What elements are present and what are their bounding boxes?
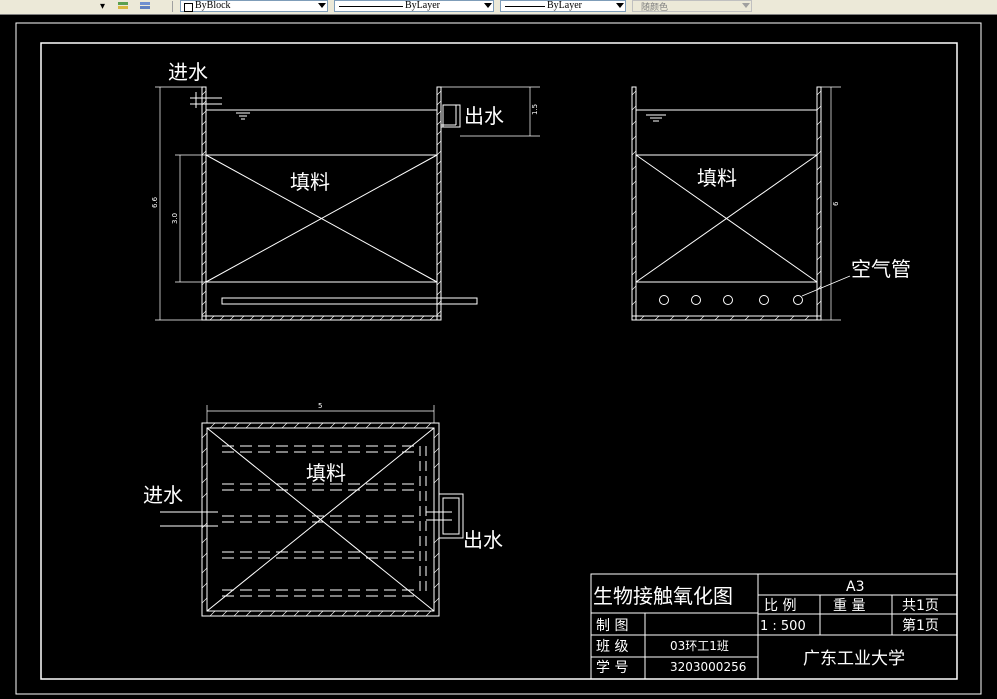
linetype-control-value: ByLayer xyxy=(405,0,440,11)
air-pipe-circle xyxy=(723,295,733,305)
chevron-down-icon[interactable] xyxy=(484,3,492,8)
ratio-label: 比 例 xyxy=(764,598,796,614)
air-pipe-circle xyxy=(793,295,803,305)
front-bottom-wall xyxy=(201,315,442,321)
color-control-dropdown[interactable]: ByBlock xyxy=(180,0,328,12)
dim-plan-width: 5 xyxy=(318,402,322,410)
side-view: 6 填料 空气管 xyxy=(631,86,911,321)
sheet-inner-border xyxy=(40,42,958,680)
side-air-pipes xyxy=(659,295,803,305)
drawing-title: 生物接触氧化图 xyxy=(593,584,733,608)
class-value: 03环工1班 xyxy=(670,639,729,653)
lineweight-control-value: ByLayer xyxy=(547,0,582,11)
chevron-down-icon[interactable] xyxy=(616,3,624,8)
dim-side-height: 6 xyxy=(832,201,840,206)
title-block: 生物接触氧化图 A3 比 例 重 量 共1页 1 : 500 第1页 制 图 班… xyxy=(590,573,958,680)
drafter-label: 制 图 xyxy=(596,618,628,634)
chevron-down-icon[interactable] xyxy=(742,3,750,8)
plan-view: 5 填料 进水 出水 xyxy=(143,402,503,617)
id-label: 学 号 xyxy=(596,660,628,676)
layer-states-icon[interactable] xyxy=(116,0,130,12)
air-pipe-circle xyxy=(659,295,669,305)
color-control-value: ByBlock xyxy=(195,0,231,11)
side-bottom-wall xyxy=(631,315,822,321)
front-view: 6.6 3.0 1.5 进水 出水 填料 xyxy=(151,60,540,321)
dim-fill-height: 3.0 xyxy=(171,213,179,224)
lineweight-sample xyxy=(505,6,545,7)
plotstyle-control-dropdown[interactable]: 随颜色 xyxy=(632,0,752,13)
sheet-size: A3 xyxy=(846,579,864,595)
linetype-control-dropdown[interactable]: ByLayer xyxy=(334,0,494,12)
air-pipe-circle xyxy=(691,295,701,305)
front-wall-hatch xyxy=(201,90,442,321)
id-value: 3203000256 xyxy=(670,660,746,674)
ratio-value: 1 : 500 xyxy=(760,619,806,634)
plotstyle-control-value: 随颜色 xyxy=(641,3,669,13)
plan-fill-label: 填料 xyxy=(306,461,346,485)
plan-outlet-label: 出水 xyxy=(463,528,503,552)
dim-total-height: 6.6 xyxy=(151,196,159,208)
water-level-symbol xyxy=(646,114,666,122)
drawing-canvas[interactable]: 6.6 3.0 1.5 进水 出水 填料 6 填料 空气管 5 填料 进水 出水… xyxy=(0,15,997,699)
side-air-pipe-label: 空气管 xyxy=(851,257,911,281)
weight-label: 重 量 xyxy=(833,598,865,614)
lineweight-control-dropdown[interactable]: ByLayer xyxy=(500,0,626,12)
dim-outlet: 1.5 xyxy=(531,104,539,115)
side-fill-label: 填料 xyxy=(697,166,737,190)
front-outlet-label: 出水 xyxy=(464,104,504,128)
front-inlet-label: 进水 xyxy=(168,60,208,84)
dropdown-arrow-icon[interactable]: ▾ xyxy=(100,0,105,13)
water-level-symbol xyxy=(236,112,250,120)
front-outlet-box xyxy=(442,104,461,128)
front-fill-label: 填料 xyxy=(290,170,330,194)
school-name: 广东工业大学 xyxy=(803,649,905,669)
plan-inlet-label: 进水 xyxy=(143,483,183,507)
properties-toolbar: ▾ ByBlock ByLayer ByLayer 随颜色 xyxy=(0,0,997,15)
side-wall-hatch xyxy=(631,90,822,321)
page-number: 第1页 xyxy=(902,617,939,634)
linetype-sample xyxy=(339,6,403,7)
total-pages: 共1页 xyxy=(902,598,939,614)
chevron-down-icon[interactable] xyxy=(318,3,326,8)
toolbar-separator xyxy=(172,1,173,12)
layer-previous-icon[interactable] xyxy=(138,0,152,12)
color-swatch-icon xyxy=(184,3,193,12)
class-label: 班 级 xyxy=(596,639,628,655)
air-pipe-circle xyxy=(759,295,769,305)
air-pipe-leader xyxy=(801,275,851,297)
